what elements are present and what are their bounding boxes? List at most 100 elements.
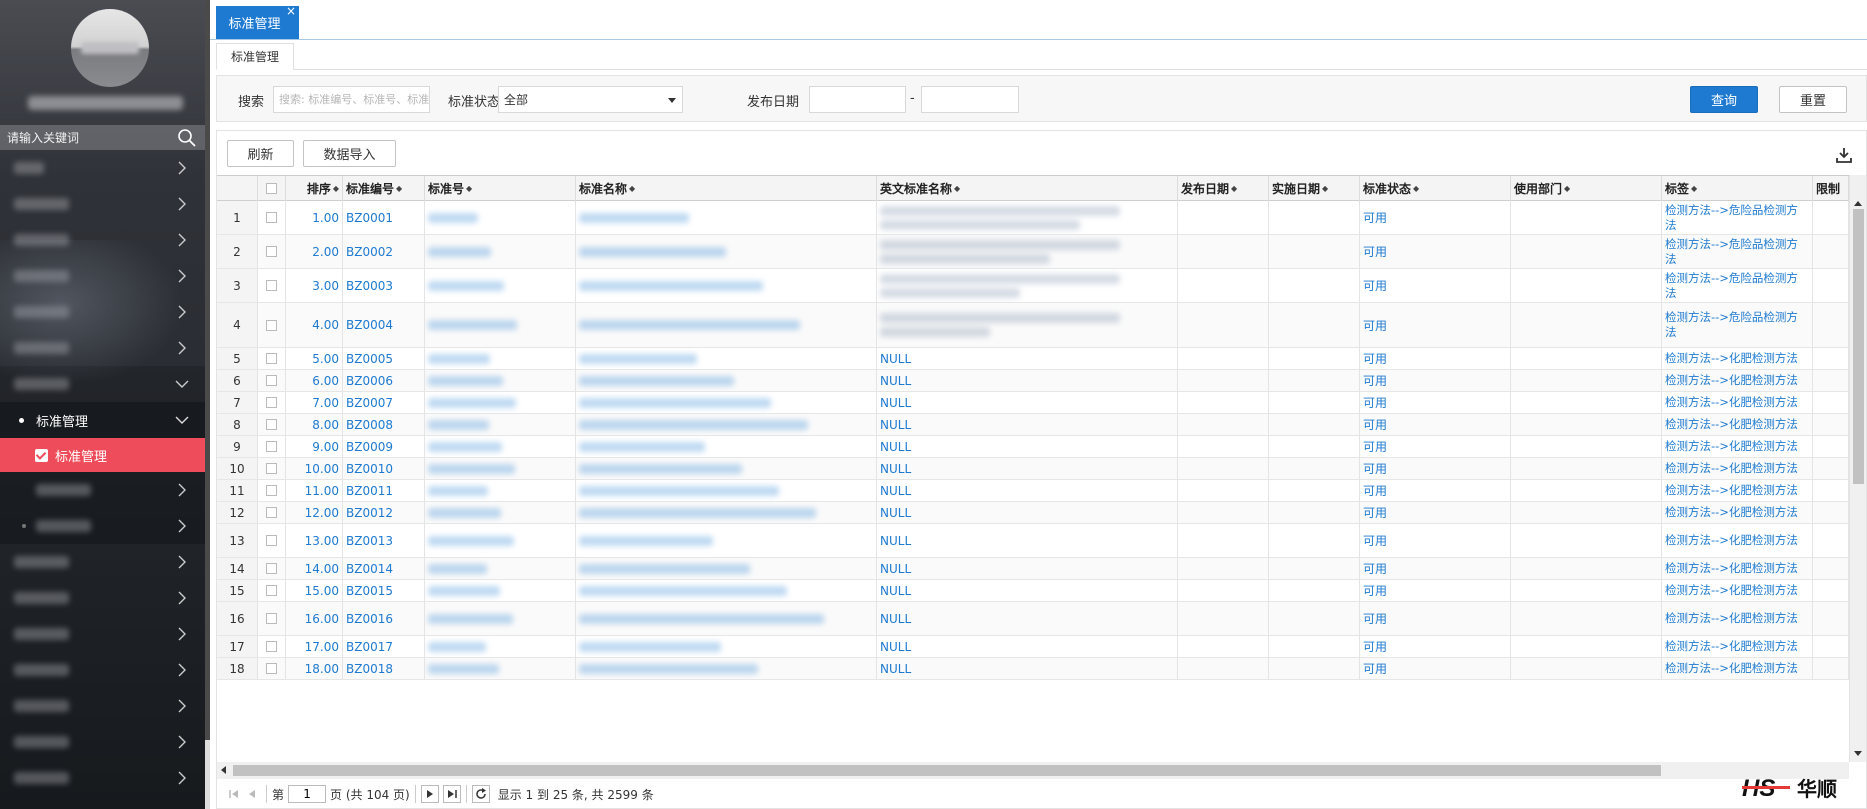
col-en-name[interactable]: 英文标准名称 ◆ (877, 176, 1178, 201)
row-checkbox[interactable] (266, 319, 277, 331)
row-checkbox[interactable] (266, 419, 277, 430)
col-number[interactable]: 标准号 ◆ (425, 176, 576, 201)
sidebar-subitem[interactable] (0, 508, 205, 544)
next-page-icon[interactable] (420, 785, 439, 803)
vertical-scrollbar-thumb[interactable] (1853, 209, 1864, 484)
scroll-up-icon[interactable] (1854, 201, 1862, 206)
col-tags[interactable]: 标签 ◆ (1662, 176, 1813, 201)
sidebar-item[interactable] (0, 652, 205, 688)
cell-tag[interactable]: 检测方法-->化肥检测方法 (1662, 480, 1813, 501)
cell-code[interactable]: BZ0004 (343, 303, 425, 347)
row-checkbox[interactable] (266, 663, 277, 674)
sidebar-subitem[interactable] (0, 472, 205, 508)
cell-code[interactable]: BZ0005 (343, 348, 425, 369)
download-icon[interactable] (1836, 147, 1852, 163)
table-row[interactable]: 11 11.00 BZ0011 NULL 可用 检测方法-->化肥检测方法 (217, 480, 1849, 502)
status-select[interactable]: 全部 (498, 86, 683, 113)
table-row[interactable]: 2 2.00 BZ0002 可用 检测方法-->危险品检测方法 (217, 235, 1849, 269)
sidebar-item[interactable] (0, 544, 205, 580)
scroll-down-icon[interactable] (1854, 751, 1862, 756)
cell-code[interactable]: BZ0007 (343, 392, 425, 413)
sidebar-item[interactable] (0, 580, 205, 616)
horizontal-scrollbar[interactable] (217, 762, 1849, 779)
sidebar-item[interactable] (0, 222, 205, 258)
row-checkbox[interactable] (266, 280, 277, 291)
cell-code[interactable]: BZ0018 (343, 658, 425, 679)
page-number-input[interactable] (288, 785, 327, 803)
cell-code[interactable]: BZ0016 (343, 602, 425, 635)
table-row[interactable]: 5 5.00 BZ0005 NULL 可用 检测方法-->化肥检测方法 (217, 348, 1849, 370)
sidebar-item-standard-management-active[interactable]: 标准管理 (0, 438, 205, 472)
refresh-button[interactable]: 刷新 (227, 140, 294, 167)
row-checkbox[interactable] (266, 375, 277, 386)
row-checkbox[interactable] (266, 613, 277, 624)
table-row[interactable]: 18 18.00 BZ0018 NULL 可用 检测方法-->化肥检测方法 (217, 658, 1849, 680)
sidebar-item[interactable] (0, 688, 205, 724)
cell-code[interactable]: BZ0009 (343, 436, 425, 457)
cell-code[interactable]: BZ0013 (343, 524, 425, 557)
col-code[interactable]: 标准编号 ◆ (343, 176, 425, 201)
sidebar-item[interactable] (0, 186, 205, 222)
cell-code[interactable]: BZ0011 (343, 480, 425, 501)
col-name[interactable]: 标准名称 ◆ (576, 176, 877, 201)
cell-tag[interactable]: 检测方法-->化肥检测方法 (1662, 414, 1813, 435)
sidebar-item[interactable] (0, 330, 205, 366)
col-impl-date[interactable]: 实施日期 ◆ (1269, 176, 1360, 201)
cell-code[interactable]: BZ0001 (343, 201, 425, 234)
avatar[interactable] (71, 9, 149, 87)
search-icon[interactable] (177, 128, 197, 148)
sidebar-item[interactable] (0, 616, 205, 652)
cell-code[interactable]: BZ0008 (343, 414, 425, 435)
table-row[interactable]: 1 1.00 BZ0001 可用 检测方法-->危险品检测方法 (217, 201, 1849, 235)
row-checkbox[interactable] (266, 535, 277, 546)
cell-tag[interactable]: 检测方法-->化肥检测方法 (1662, 348, 1813, 369)
row-checkbox[interactable] (266, 507, 277, 518)
row-checkbox[interactable] (266, 463, 277, 474)
cell-code[interactable]: BZ0017 (343, 636, 425, 657)
publish-date-start[interactable] (809, 86, 906, 113)
tab-standard-management[interactable]: 标准管理 × (216, 5, 299, 39)
vertical-scrollbar[interactable] (1849, 175, 1866, 762)
cell-tag[interactable]: 检测方法-->化肥检测方法 (1662, 436, 1813, 457)
import-button[interactable]: 数据导入 (303, 140, 396, 167)
cell-tag[interactable]: 检测方法-->危险品检测方法 (1662, 201, 1813, 234)
table-row[interactable]: 8 8.00 BZ0008 NULL 可用 检测方法-->化肥检测方法 (217, 414, 1849, 436)
search-input[interactable] (273, 86, 430, 113)
sidebar-search-input[interactable] (0, 125, 175, 150)
cell-tag[interactable]: 检测方法-->化肥检测方法 (1662, 636, 1813, 657)
row-checkbox[interactable] (266, 641, 277, 652)
cell-code[interactable]: BZ0014 (343, 558, 425, 579)
row-checkbox[interactable] (266, 441, 277, 452)
cell-code[interactable]: BZ0006 (343, 370, 425, 391)
table-row[interactable]: 3 3.00 BZ0003 可用 检测方法-->危险品检测方法 (217, 269, 1849, 303)
refresh-icon[interactable] (471, 785, 490, 803)
row-checkbox[interactable] (266, 246, 277, 257)
cell-tag[interactable]: 检测方法-->危险品检测方法 (1662, 303, 1813, 347)
table-row[interactable]: 13 13.00 BZ0013 NULL 可用 检测方法-->化肥检测方法 (217, 524, 1849, 558)
sidebar-item[interactable] (0, 760, 205, 796)
table-row[interactable]: 16 16.00 BZ0016 NULL 可用 检测方法-->化肥检测方法 (217, 602, 1849, 636)
scroll-left-icon[interactable] (221, 766, 226, 774)
cell-tag[interactable]: 检测方法-->化肥检测方法 (1662, 458, 1813, 479)
cell-tag[interactable]: 检测方法-->化肥检测方法 (1662, 502, 1813, 523)
select-all-checkbox[interactable] (266, 183, 277, 194)
col-status[interactable]: 标准状态 ◆ (1360, 176, 1511, 201)
cell-tag[interactable]: 检测方法-->化肥检测方法 (1662, 370, 1813, 391)
cell-tag[interactable]: 检测方法-->化肥检测方法 (1662, 392, 1813, 413)
cell-code[interactable]: BZ0003 (343, 269, 425, 302)
sidebar-item[interactable] (0, 724, 205, 760)
cell-tag[interactable]: 检测方法-->化肥检测方法 (1662, 558, 1813, 579)
col-order[interactable]: 排序 ◆ (286, 176, 343, 201)
row-checkbox[interactable] (266, 397, 277, 408)
cell-tag[interactable]: 检测方法-->化肥检测方法 (1662, 602, 1813, 635)
table-row[interactable]: 12 12.00 BZ0012 NULL 可用 检测方法-->化肥检测方法 (217, 502, 1849, 524)
sidebar-item[interactable] (0, 150, 205, 186)
row-checkbox[interactable] (266, 485, 277, 496)
row-checkbox[interactable] (266, 563, 277, 574)
table-row[interactable]: 14 14.00 BZ0014 NULL 可用 检测方法-->化肥检测方法 (217, 558, 1849, 580)
cell-code[interactable]: BZ0002 (343, 235, 425, 268)
horizontal-scrollbar-thumb[interactable] (233, 765, 1661, 776)
cell-tag[interactable]: 检测方法-->危险品检测方法 (1662, 235, 1813, 268)
cell-tag[interactable]: 检测方法-->化肥检测方法 (1662, 524, 1813, 557)
cell-code[interactable]: BZ0010 (343, 458, 425, 479)
